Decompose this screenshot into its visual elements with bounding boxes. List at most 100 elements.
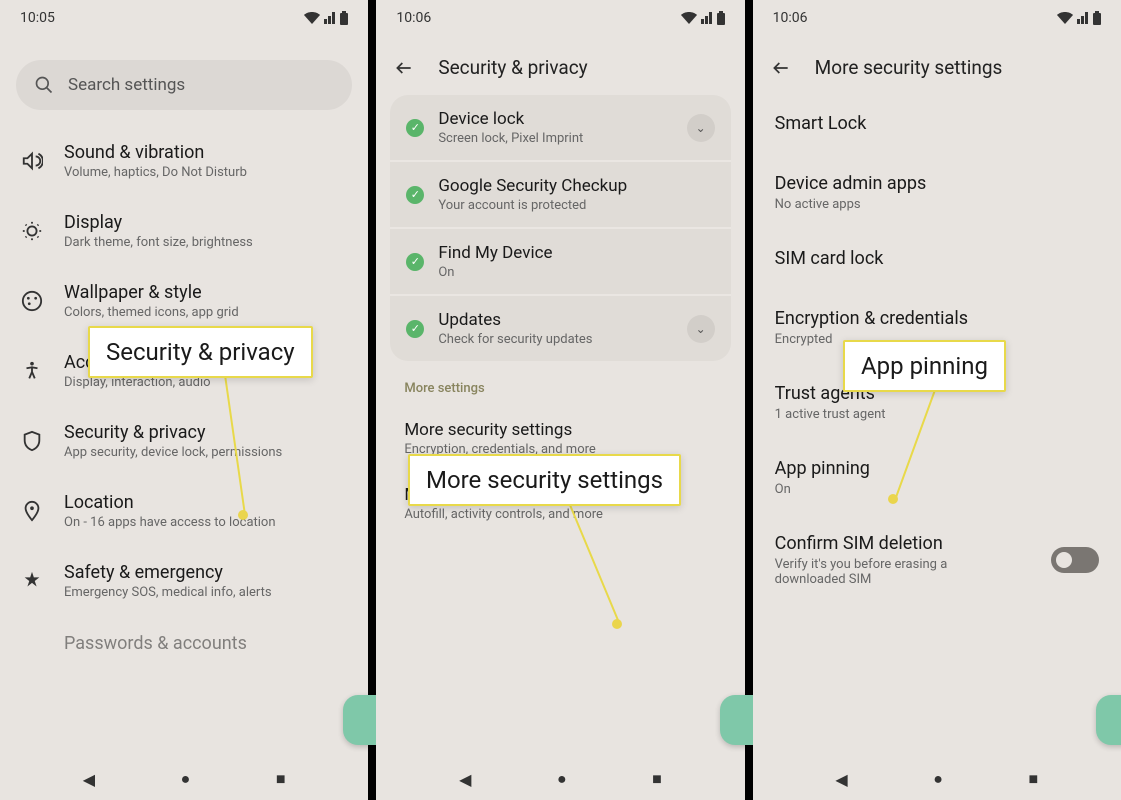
settings-item-location[interactable]: Location On - 16 apps have access to loc… — [8, 476, 360, 546]
status-icons — [304, 11, 348, 25]
check-icon: ✓ — [406, 253, 424, 271]
settings-subtitle: Dark theme, font size, brightness — [64, 235, 348, 250]
status-bar: 10:06 — [753, 0, 1121, 36]
wifi-icon — [304, 12, 320, 24]
status-bar: 10:06 — [376, 0, 744, 36]
card-title: Device lock — [438, 109, 672, 129]
settings-subtitle: Volume, haptics, Do Not Disturb — [64, 165, 348, 180]
settings-title: Security & privacy — [64, 422, 348, 443]
nav-bar: ◀ ● ■ — [376, 758, 744, 800]
item-sim-lock[interactable]: SIM card lock — [753, 230, 1121, 290]
palette-icon — [20, 289, 44, 313]
item-app-pinning[interactable]: App pinning On — [753, 440, 1121, 515]
card-find-device[interactable]: ✓ Find My Device On — [390, 227, 730, 294]
plain-title: App pinning — [775, 458, 1099, 479]
check-icon: ✓ — [406, 320, 424, 338]
more-subtitle: Autofill, activity controls, and more — [404, 507, 716, 522]
nav-bar: ◀ ● ■ — [753, 758, 1121, 800]
phone-settings: 10:05 Search settings Sound & vibration … — [0, 0, 368, 800]
settings-list: Sound & vibration Volume, haptics, Do No… — [0, 126, 368, 672]
card-subtitle: Check for security updates — [438, 332, 672, 347]
nav-back-icon[interactable]: ◀ — [83, 770, 95, 789]
header-title: Security & privacy — [438, 56, 587, 79]
divider — [368, 0, 376, 800]
settings-item-sound[interactable]: Sound & vibration Volume, haptics, Do No… — [8, 126, 360, 196]
callout-more-security: More security settings — [408, 454, 681, 506]
plain-subtitle: Verify it's you before erasing a downloa… — [775, 557, 1005, 587]
check-icon: ✓ — [406, 119, 424, 137]
plain-title: Confirm SIM deletion — [775, 533, 1051, 554]
nav-home-icon[interactable]: ● — [181, 769, 191, 789]
callout-security-privacy: Security & privacy — [88, 326, 313, 378]
expand-button[interactable]: ⌄ — [687, 315, 715, 343]
nav-home-icon[interactable]: ● — [933, 769, 943, 789]
location-icon — [20, 499, 44, 523]
status-time: 10:05 — [20, 10, 55, 26]
header-title: More security settings — [815, 56, 1003, 79]
signal-icon — [1077, 12, 1089, 24]
card-subtitle: Screen lock, Pixel Imprint — [438, 131, 672, 146]
settings-item-display[interactable]: Display Dark theme, font size, brightnes… — [8, 196, 360, 266]
wifi-icon — [1057, 12, 1073, 24]
nav-recent-icon[interactable]: ■ — [1029, 769, 1039, 789]
plain-title: Encryption & credentials — [775, 308, 1099, 329]
item-confirm-sim[interactable]: Confirm SIM deletion Verify it's you bef… — [753, 515, 1121, 605]
card-updates[interactable]: ✓ Updates Check for security updates ⌄ — [390, 294, 730, 361]
battery-icon — [1093, 11, 1101, 25]
settings-subtitle: Emergency SOS, medical info, alerts — [64, 585, 348, 600]
display-icon — [20, 219, 44, 243]
settings-item-safety[interactable]: Safety & emergency Emergency SOS, medica… — [8, 546, 360, 616]
item-device-admin[interactable]: Device admin apps No active apps — [753, 155, 1121, 230]
more-title: More security settings — [404, 420, 716, 440]
toggle-switch[interactable] — [1051, 547, 1099, 573]
expand-button[interactable]: ⌄ — [687, 114, 715, 142]
back-arrow-icon[interactable] — [394, 58, 414, 78]
card-device-lock[interactable]: ✓ Device lock Screen lock, Pixel Imprint… — [390, 95, 730, 160]
card-subtitle: Your account is protected — [438, 198, 714, 213]
callout-dot — [612, 619, 622, 629]
check-icon: ✓ — [406, 186, 424, 204]
divider — [745, 0, 753, 800]
nav-bar: ◀ ● ■ — [0, 758, 368, 800]
item-smart-lock[interactable]: Smart Lock — [753, 95, 1121, 155]
search-input[interactable]: Search settings — [16, 60, 352, 110]
accessibility-icon — [20, 359, 44, 383]
fab-button[interactable] — [1096, 695, 1121, 745]
security-card-group: ✓ Device lock Screen lock, Pixel Imprint… — [390, 95, 730, 361]
card-subtitle: On — [438, 265, 714, 280]
plain-subtitle: No active apps — [775, 197, 1005, 212]
nav-recent-icon[interactable]: ■ — [652, 769, 662, 789]
nav-back-icon[interactable]: ◀ — [835, 770, 847, 789]
settings-title: Location — [64, 492, 348, 513]
settings-subtitle: App security, device lock, permissions — [64, 445, 348, 460]
signal-icon — [324, 12, 336, 24]
nav-recent-icon[interactable]: ■ — [276, 769, 286, 789]
settings-item-security[interactable]: Security & privacy App security, device … — [8, 406, 360, 476]
nav-home-icon[interactable]: ● — [557, 769, 567, 789]
nav-back-icon[interactable]: ◀ — [459, 770, 471, 789]
status-time: 10:06 — [773, 10, 808, 26]
callout-app-pinning: App pinning — [843, 340, 1006, 392]
settings-subtitle: On - 16 apps have access to location — [64, 515, 348, 530]
search-icon — [34, 75, 54, 95]
card-title: Updates — [438, 310, 672, 330]
status-bar: 10:05 — [0, 0, 368, 36]
callout-dot — [888, 494, 898, 504]
plain-title: SIM card lock — [775, 248, 1099, 269]
status-icons — [681, 11, 725, 25]
plain-subtitle: 1 active trust agent — [775, 407, 1005, 422]
back-arrow-icon[interactable] — [771, 58, 791, 78]
plain-title: Device admin apps — [775, 173, 1099, 194]
status-icons — [1057, 11, 1101, 25]
screen-header: More security settings — [753, 36, 1121, 95]
wifi-icon — [681, 12, 697, 24]
screen-header: Security & privacy — [376, 36, 744, 95]
phone-more-security: 10:06 More security settings Smart Lock … — [753, 0, 1121, 800]
card-google-checkup[interactable]: ✓ Google Security Checkup Your account i… — [390, 160, 730, 227]
status-time: 10:06 — [396, 10, 431, 26]
battery-icon — [340, 11, 348, 25]
plain-title: Smart Lock — [775, 113, 1099, 134]
phone-security-privacy: 10:06 Security & privacy ✓ Device lock S… — [376, 0, 744, 800]
settings-item-passwords[interactable]: Passwords & accounts — [8, 616, 360, 672]
emergency-icon — [20, 569, 44, 593]
